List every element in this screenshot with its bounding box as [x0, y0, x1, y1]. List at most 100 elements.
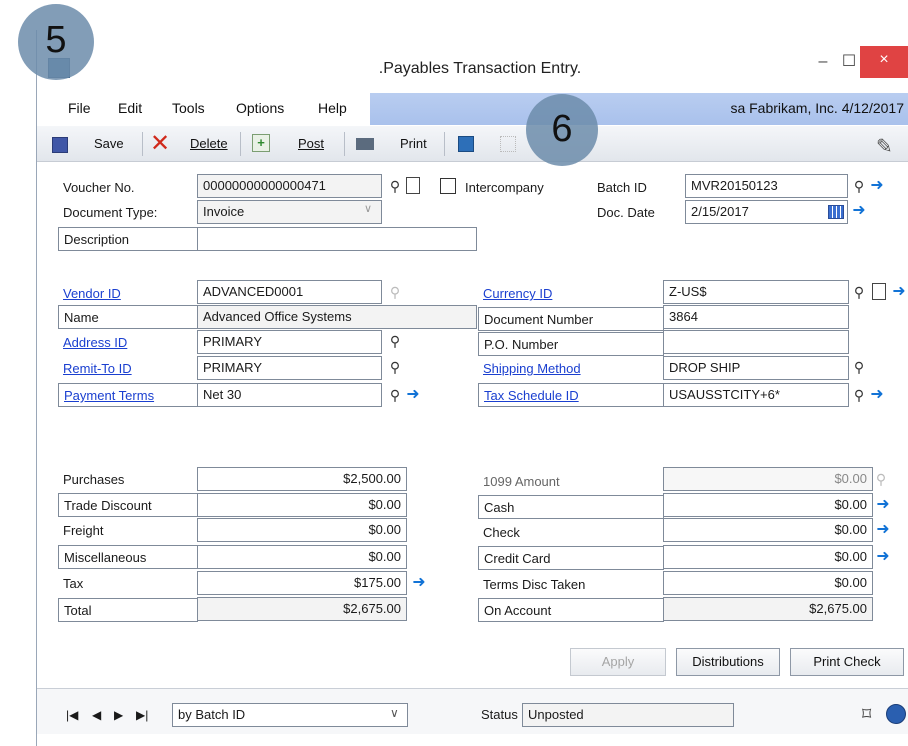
amount-label-credit-card: Credit Card	[478, 546, 664, 570]
miscellaneous-field[interactable]: $0.00	[197, 545, 407, 569]
po-number-label: P.O. Number	[478, 332, 664, 356]
post-button[interactable]: Post	[298, 136, 324, 151]
nav-first-button[interactable]: |◀	[66, 708, 78, 722]
intercompany-checkbox[interactable]	[440, 178, 456, 194]
toolbar-separator	[444, 132, 445, 156]
sort-by-select[interactable]: by Batch ID	[172, 703, 408, 727]
doc-date-field[interactable]: 2/15/2017	[685, 200, 848, 224]
credit-card-field[interactable]: $0.00	[663, 545, 873, 569]
amount-label-tax: Tax	[63, 576, 84, 591]
total-field: $2,675.00	[197, 597, 407, 621]
po-number-field[interactable]	[663, 330, 849, 354]
currency-id-link[interactable]: Currency ID	[478, 282, 664, 306]
save-button[interactable]: Save	[94, 136, 124, 151]
vendor-id-field[interactable]: ADVANCED0001	[197, 280, 382, 304]
expansion-arrow-icon[interactable]: ➜	[868, 386, 886, 404]
status-label: Status	[481, 707, 518, 722]
lookup-icon[interactable]: ⚲	[386, 177, 404, 195]
nav-prev-button[interactable]: ◀	[92, 708, 101, 722]
help-icon[interactable]: ✎	[876, 134, 893, 159]
amount-label-1099: 1099 Amount	[483, 474, 560, 489]
shipping-method-link[interactable]: Shipping Method	[478, 357, 664, 381]
document-type-select[interactable]: Invoice	[197, 200, 382, 224]
post-icon[interactable]: +	[252, 134, 270, 152]
tax-field[interactable]: $175.00	[197, 571, 407, 595]
description-field[interactable]	[197, 227, 477, 251]
amount-label-trade-discount: Trade Discount	[58, 493, 198, 517]
check-field[interactable]: $0.00	[663, 518, 873, 542]
terms-disc-taken-field[interactable]: $0.00	[663, 571, 873, 595]
window-list-icon[interactable]	[458, 136, 474, 152]
calendar-icon[interactable]	[828, 205, 844, 219]
help-globe-icon[interactable]	[886, 704, 906, 724]
lookup-icon[interactable]: ⚲	[850, 358, 868, 376]
address-id-field[interactable]: PRIMARY	[197, 330, 382, 354]
lookup-icon[interactable]: ⚲	[386, 332, 404, 350]
footer-divider	[37, 688, 908, 689]
tax-schedule-id-link[interactable]: Tax Schedule ID	[478, 383, 664, 407]
save-icon[interactable]	[52, 137, 68, 153]
tax-schedule-id-field[interactable]: USAUSSTCITY+6*	[663, 383, 849, 407]
status-field: Unposted	[522, 703, 734, 727]
expansion-arrow-icon[interactable]: ➜	[850, 202, 868, 220]
lookup-icon[interactable]: ⚲	[386, 358, 404, 376]
print-button[interactable]: Print	[400, 136, 427, 151]
chevron-down-icon: ∨	[364, 203, 373, 215]
payment-terms-field[interactable]: Net 30	[197, 383, 382, 407]
voucher-field[interactable]: 00000000000000471	[197, 174, 382, 198]
lookup-icon[interactable]: ⚲	[850, 283, 868, 301]
cash-field[interactable]: $0.00	[663, 493, 873, 517]
doc-date-label: Doc. Date	[597, 205, 655, 220]
address-id-link[interactable]: Address ID	[58, 331, 198, 355]
remit-to-id-link[interactable]: Remit-To ID	[58, 357, 198, 381]
batch-id-label: Batch ID	[597, 180, 647, 195]
currency-id-field[interactable]: Z-US$	[663, 280, 849, 304]
print-icon[interactable]	[356, 138, 374, 150]
note-icon[interactable]	[406, 177, 420, 194]
user-company-date: sa Fabrikam, Inc. 4/12/2017	[730, 100, 904, 116]
delete-icon[interactable]: ✕	[150, 131, 170, 157]
freight-field[interactable]: $0.00	[197, 518, 407, 542]
expansion-arrow-icon[interactable]: ➜	[874, 548, 892, 566]
apply-button[interactable]: Apply	[570, 648, 666, 676]
toolbar-disabled-icon	[500, 136, 516, 152]
toolbar-separator	[240, 132, 241, 156]
remit-to-id-field[interactable]: PRIMARY	[197, 356, 382, 380]
expansion-arrow-icon[interactable]: ➜	[890, 283, 908, 301]
document-type-label: Document Type:	[63, 205, 158, 220]
vendor-name-label: Name	[58, 305, 198, 329]
amount-label-cash: Cash	[478, 495, 664, 519]
vendor-id-link[interactable]: Vendor ID	[58, 282, 198, 306]
document-number-label: Document Number	[478, 307, 664, 331]
lookup-icon[interactable]: ⚲	[386, 386, 404, 404]
note-icon[interactable]	[872, 283, 886, 300]
purchases-field[interactable]: $2,500.00	[197, 467, 407, 491]
vendor-name-field[interactable]: Advanced Office Systems	[197, 305, 477, 329]
note-icon[interactable]: ⌑	[862, 704, 871, 725]
lookup-icon[interactable]: ⚲	[850, 386, 868, 404]
footer-bar	[37, 688, 908, 734]
print-check-button[interactable]: Print Check	[790, 648, 904, 676]
amount-label-check: Check	[483, 525, 520, 540]
amount-1099-field: $0.00	[663, 467, 873, 491]
amount-label-purchases: Purchases	[63, 472, 125, 487]
expansion-arrow-icon[interactable]: ➜	[410, 574, 428, 592]
toolbar-separator	[142, 132, 143, 156]
amount-label-on-account: On Account	[478, 598, 664, 622]
expansion-arrow-icon[interactable]: ➜	[874, 521, 892, 539]
distributions-button[interactable]: Distributions	[676, 648, 780, 676]
expansion-arrow-icon[interactable]: ➜	[874, 496, 892, 514]
lookup-icon[interactable]: ⚲	[850, 177, 868, 195]
nav-last-button[interactable]: ▶|	[136, 708, 148, 722]
trade-discount-field[interactable]: $0.00	[197, 493, 407, 517]
nav-next-button[interactable]: ▶	[114, 708, 123, 722]
expansion-arrow-icon[interactable]: ➜	[404, 386, 422, 404]
shipping-method-field[interactable]: DROP SHIP	[663, 356, 849, 380]
document-number-field[interactable]: 3864	[663, 305, 849, 329]
delete-button[interactable]: Delete	[190, 136, 228, 151]
on-account-field: $2,675.00	[663, 597, 873, 621]
batch-id-field[interactable]: MVR20150123	[685, 174, 848, 198]
payment-terms-link[interactable]: Payment Terms	[58, 383, 198, 407]
intercompany-label: Intercompany	[465, 180, 544, 195]
expansion-arrow-icon[interactable]: ➜	[868, 177, 886, 195]
